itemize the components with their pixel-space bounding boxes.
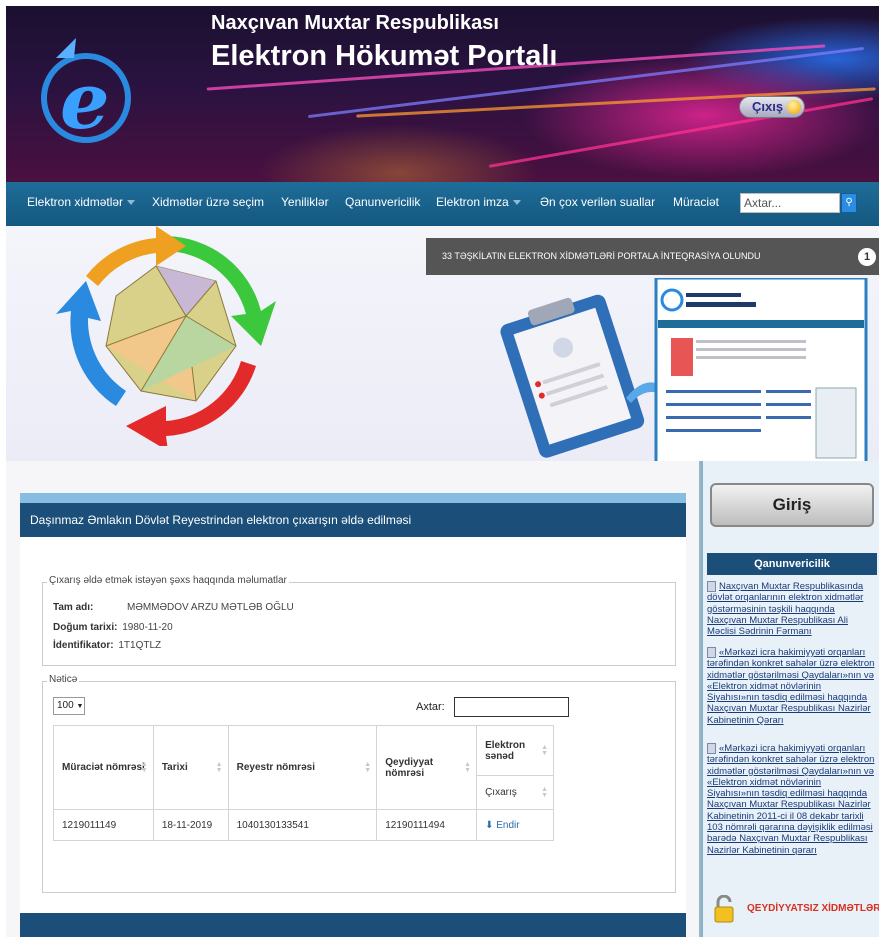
chevron-down-icon bbox=[512, 200, 521, 206]
cell-request-number: 1219011149 bbox=[53, 809, 154, 841]
sort-icon: ▲ ▼ bbox=[541, 743, 548, 757]
e-government-logo[interactable]: e bbox=[36, 28, 136, 158]
hero-banner: 33 TƏŞKİLATIN ELEKTRON XİDMƏTLƏRİ PORTAL… bbox=[6, 226, 879, 461]
exit-button-label: Çıxış bbox=[752, 99, 784, 114]
nav-item-electronic-services[interactable]: Elektron xidmətlər bbox=[27, 195, 136, 209]
identifier-label: İdentifikator: bbox=[53, 640, 114, 651]
full-name-row: Tam adı: MƏMMƏDOV ARZU MƏTLƏB OĞLU bbox=[53, 602, 294, 613]
chevron-down-icon: ▼ bbox=[76, 703, 84, 710]
document-icon bbox=[707, 743, 716, 754]
nav-search-input[interactable]: Axtar... bbox=[740, 193, 840, 213]
svg-text:e: e bbox=[60, 56, 110, 147]
right-sidebar: Giriş Qanunvericilik Naxçıvan Muxtar Res… bbox=[701, 461, 879, 937]
site-title-line2: Elektron Hökumət Portalı bbox=[211, 40, 558, 72]
unlock-icon bbox=[714, 895, 734, 923]
site-header: e Naxçıvan Muxtar Respublikası Elektron … bbox=[6, 6, 879, 182]
sort-icon: ▲ ▼ bbox=[215, 760, 223, 774]
full-name-value: MƏMMƏDOV ARZU MƏTLƏB OĞLU bbox=[127, 602, 294, 613]
news-ticker[interactable]: 33 TƏŞKİLATIN ELEKTRON XİDMƏTLƏRİ PORTAL… bbox=[426, 238, 879, 275]
col-electronic-document[interactable]: Elektron sənəd ▲ ▼ bbox=[476, 725, 554, 776]
nav-item-faq[interactable]: Ən çox verilən suallar bbox=[540, 195, 655, 209]
exit-icon bbox=[787, 100, 801, 114]
sort-icon: ▲ ▼ bbox=[464, 760, 472, 774]
document-icon bbox=[707, 581, 716, 592]
map-cycle-illustration bbox=[56, 226, 276, 446]
col-date[interactable]: Tarixi ▲ ▼ bbox=[152, 725, 229, 810]
service-panel: Daşınmaz Əmlakın Dövlət Reyestrindən ele… bbox=[20, 493, 686, 937]
identifier-row: İdentifikator: 1T1QTLZ bbox=[53, 640, 161, 651]
table-row: 1219011149 18-11-2019 1040130133541 1219… bbox=[53, 809, 554, 841]
site-title-line1: Naxçıvan Muxtar Respublikası bbox=[211, 12, 499, 34]
legislation-link-1[interactable]: Naxçıvan Muxtar Respublikasında dövlət o… bbox=[707, 581, 875, 637]
table-search-input[interactable] bbox=[454, 697, 569, 717]
col-registration-number[interactable]: Qeydiyyat nömrəsi ▲ ▼ bbox=[376, 725, 478, 810]
panel-title: Daşınmaz Əmlakın Dövlət Reyestrindən ele… bbox=[20, 503, 686, 537]
col-header-label: Reyestr nömrəsi bbox=[236, 762, 315, 773]
full-name-label: Tam adı: bbox=[53, 602, 94, 613]
panel-footer-band bbox=[20, 913, 686, 937]
main-nav: Elektron xidmətlər Xidmətlər üzrə seçim … bbox=[6, 182, 879, 226]
col-registry-number[interactable]: Reyestr nömrəsi ▲ ▼ bbox=[227, 725, 378, 810]
col-header-label: Qeydiyyat nömrəsi bbox=[385, 756, 434, 779]
nav-item-label: Elektron imza bbox=[436, 195, 509, 209]
col-extract[interactable]: Çıxarış ▲ ▼ bbox=[476, 775, 554, 810]
header-streak bbox=[488, 97, 874, 168]
cell-registry-number: 1040130133541 bbox=[227, 809, 378, 841]
sort-icon: ▲ ▼ bbox=[541, 785, 548, 799]
chevron-down-icon bbox=[127, 200, 136, 206]
col-header-label: Çıxarış bbox=[485, 787, 517, 798]
table-search-label: Axtar: bbox=[416, 701, 445, 713]
search-icon: ⚲ bbox=[845, 197, 853, 208]
birth-date-label: Doğum tarixi: bbox=[53, 622, 118, 633]
legislation-heading: Qanunvericilik bbox=[707, 553, 877, 575]
download-link-label: Endir bbox=[496, 819, 520, 831]
legislation-link-text: «Mərkəzi icra hakimiyyəti orqanları tərə… bbox=[707, 743, 875, 856]
birth-date-value: 1980-11-20 bbox=[122, 622, 173, 633]
main-content: Daşınmaz Əmlakın Dövlət Reyestrindən ele… bbox=[6, 461, 701, 937]
cell-download: ⬇ Endir bbox=[476, 809, 554, 841]
page-size-select[interactable]: 100 ▼ bbox=[53, 697, 85, 715]
search-button[interactable]: ⚲ bbox=[841, 193, 857, 213]
login-button[interactable]: Giriş bbox=[710, 483, 874, 527]
nav-item-news[interactable]: Yeniliklər bbox=[281, 195, 329, 209]
result-fieldset: Nəticə 100 ▼ Axtar: Müraciət nömrəsi ▲ ▼ T… bbox=[42, 674, 676, 893]
col-header-label: Elektron sənəd bbox=[485, 739, 526, 762]
sort-icon: ▲ ▼ bbox=[140, 760, 148, 774]
clipboard-portal-illustration bbox=[500, 278, 868, 461]
unregistered-services-label: QEYDİYYATSIZ XİDMƏTLƏR bbox=[747, 903, 879, 914]
nav-item-legislation[interactable]: Qanunvericilik bbox=[345, 195, 420, 209]
result-legend: Nəticə bbox=[47, 674, 80, 685]
download-icon: ⬇ bbox=[485, 819, 494, 831]
legislation-link-text: «Mərkəzi icra hakimiyyəti orqanları tərə… bbox=[707, 647, 875, 726]
legislation-link-3[interactable]: «Mərkəzi icra hakimiyyəti orqanları tərə… bbox=[707, 743, 875, 856]
unregistered-services-link[interactable]: QEYDİYYATSIZ XİDMƏTLƏR bbox=[707, 893, 879, 925]
col-request-number[interactable]: Müraciət nömrəsi ▲ ▼ bbox=[53, 725, 154, 810]
legislation-link-text: Naxçıvan Muxtar Respublikasında dövlət o… bbox=[707, 581, 864, 638]
identifier-value: 1T1QTLZ bbox=[118, 640, 162, 651]
person-info-fieldset: Çıxarış əldə etmək istəyən şəxs haqqında… bbox=[42, 575, 676, 666]
person-info-legend: Çıxarış əldə etmək istəyən şəxs haqqında… bbox=[47, 575, 289, 586]
document-icon bbox=[707, 647, 716, 658]
birth-date-row: Doğum tarixi: 1980-11-20 bbox=[53, 622, 173, 633]
exit-button[interactable]: Çıxış bbox=[739, 96, 805, 118]
legislation-link-2[interactable]: «Mərkəzi icra hakimiyyəti orqanları tərə… bbox=[707, 647, 875, 726]
cell-date: 18-11-2019 bbox=[152, 809, 229, 841]
download-link[interactable]: ⬇ Endir bbox=[485, 820, 520, 831]
col-header-label: Müraciət nömrəsi bbox=[62, 762, 145, 773]
sort-icon: ▲ ▼ bbox=[364, 760, 372, 774]
nav-item-appeal[interactable]: Müraciət bbox=[673, 195, 719, 209]
nav-item-service-selection[interactable]: Xidmətlər üzrə seçim bbox=[152, 195, 264, 209]
news-ticker-text: 33 TƏŞKİLATIN ELEKTRON XİDMƏTLƏRİ PORTAL… bbox=[442, 251, 761, 261]
results-table: Müraciət nömrəsi ▲ ▼ Tarixi ▲ ▼ Reyestr nömr… bbox=[53, 725, 554, 841]
panel-top-bar bbox=[20, 493, 686, 503]
nav-item-electronic-signature[interactable]: Elektron imza bbox=[436, 195, 521, 209]
cell-registration-number: 12190111494 bbox=[376, 809, 478, 841]
news-slide-number[interactable]: 1 bbox=[858, 248, 876, 266]
page-size-value: 100 bbox=[57, 700, 74, 711]
col-header-label: Tarixi bbox=[161, 762, 188, 773]
nav-item-label: Elektron xidmətlər bbox=[27, 195, 124, 209]
